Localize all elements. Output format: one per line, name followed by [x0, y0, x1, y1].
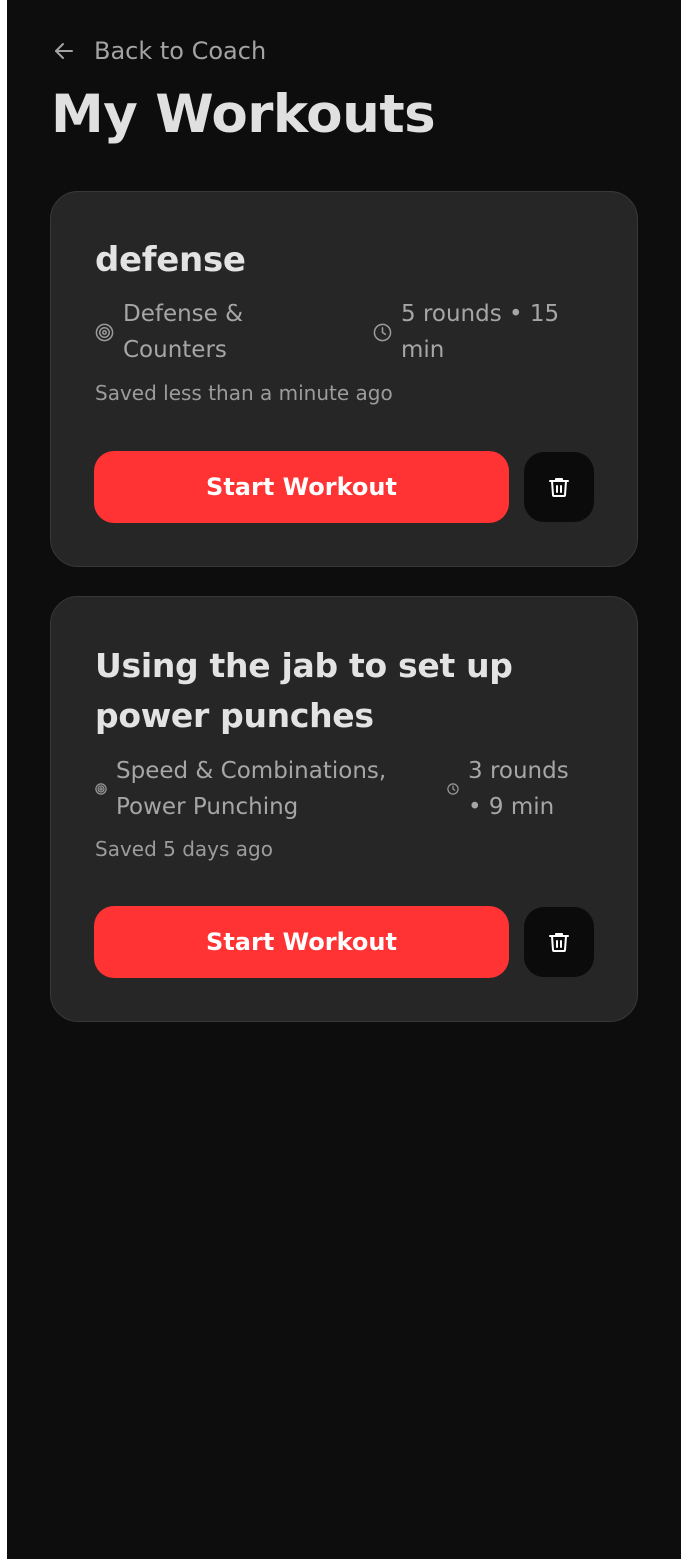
saved-timestamp: Saved 5 days ago: [95, 837, 273, 861]
trash-icon: [547, 930, 571, 954]
arrow-left-icon: [52, 39, 76, 63]
page-title: My Workouts: [51, 84, 436, 145]
delete-workout-button[interactable]: [524, 452, 594, 522]
workout-card: defense Defense & Counters 5 rounds • 15…: [50, 191, 638, 567]
workout-focus-line1: Defense &: [123, 301, 244, 327]
workout-card: Using the jab to set up power punches Sp…: [50, 596, 638, 1022]
workout-focus: Speed & Combinations, Power Punching: [95, 753, 447, 825]
workout-duration-line2: min: [401, 337, 445, 363]
workout-focus-line1: Speed & Combinations,: [116, 758, 387, 784]
workout-duration-line1: 5 rounds • 15: [401, 301, 560, 327]
start-workout-button[interactable]: Start Workout: [94, 906, 509, 978]
app-screen: Back to Coach My Workouts defense Defens…: [7, 0, 681, 1559]
workout-meta: Defense & Counters 5 rounds • 15 min: [95, 296, 593, 368]
workout-title-line1: Using the jab to set up: [95, 646, 513, 685]
workout-focus-line2: Counters: [123, 337, 227, 363]
workout-title-line2: power punches: [95, 696, 374, 735]
back-link-label: Back to Coach: [94, 37, 267, 65]
workout-title: defense: [95, 240, 246, 280]
trash-icon: [547, 475, 571, 499]
workout-duration-line2: • 9 min: [468, 794, 555, 820]
clock-icon: [373, 323, 392, 342]
workout-focus-line2: Power Punching: [116, 794, 299, 820]
target-icon: [95, 323, 114, 342]
workout-duration: 5 rounds • 15 min: [373, 296, 559, 368]
clock-icon: [447, 783, 459, 795]
saved-timestamp: Saved less than a minute ago: [95, 381, 393, 405]
start-workout-button[interactable]: Start Workout: [94, 451, 509, 523]
workout-title: Using the jab to set up power punches: [95, 641, 513, 741]
workout-focus: Defense & Counters: [95, 296, 373, 368]
workout-duration: 3 rounds • 9 min: [447, 753, 569, 825]
workout-meta: Speed & Combinations, Power Punching 3 r…: [95, 753, 593, 825]
back-to-coach-link[interactable]: Back to Coach: [52, 33, 266, 69]
workout-duration-line1: 3 rounds: [468, 758, 569, 784]
target-icon: [95, 783, 107, 795]
delete-workout-button[interactable]: [524, 907, 594, 977]
